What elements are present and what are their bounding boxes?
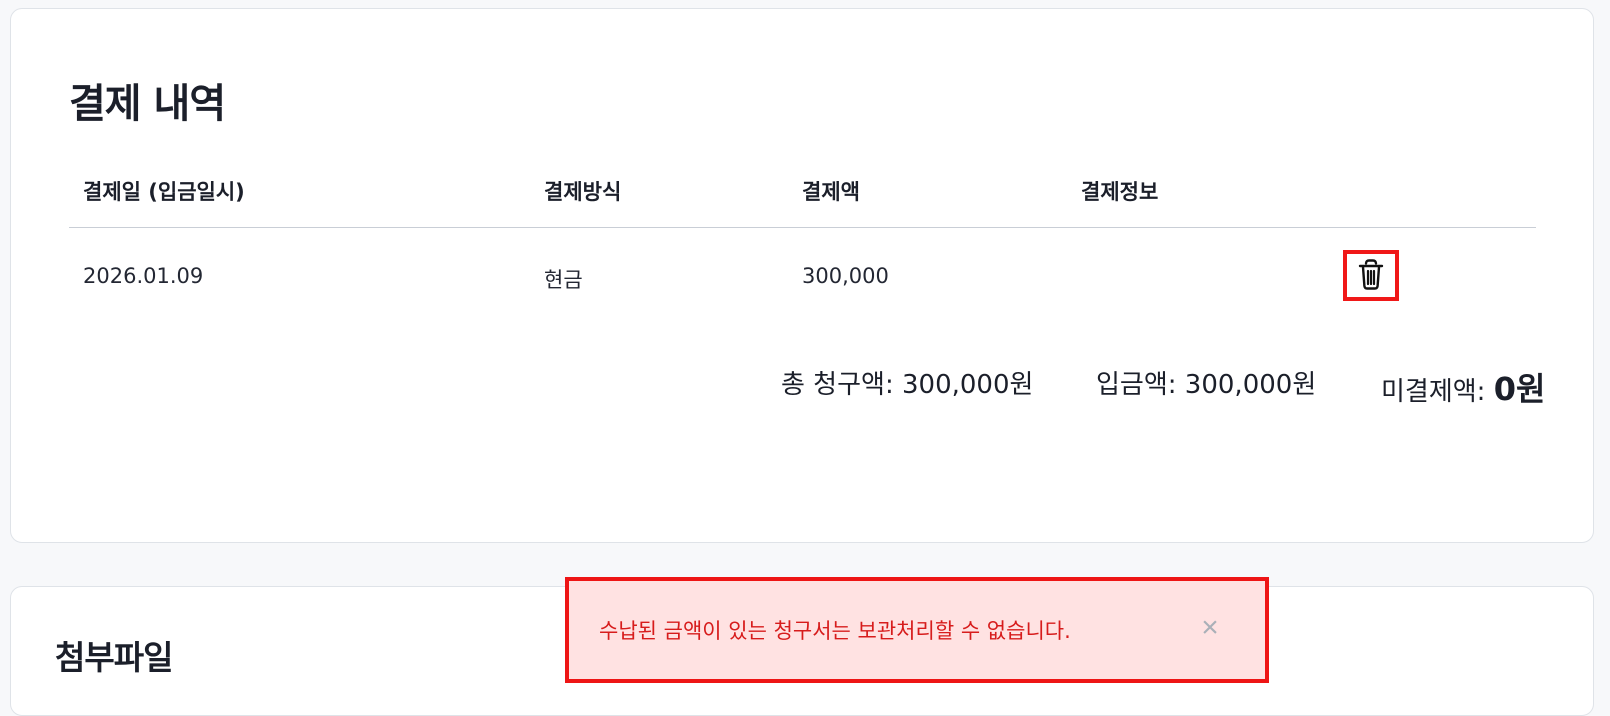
payment-history-card: 결제 내역 결제일 (입금일시) 결제방식 결제액 결제정보 2026.01.0…: [10, 8, 1594, 543]
trash-icon: [1357, 258, 1385, 293]
paid-amount-label: 입금액:: [1096, 370, 1177, 400]
payment-history-title: 결제 내역: [69, 81, 226, 127]
archive-error-toast: 수납된 금액이 있는 청구서는 보관처리할 수 없습니다. ×: [565, 577, 1269, 683]
payment-amount-cell: 300,000: [802, 264, 889, 288]
total-billed-value: 300,000원: [901, 370, 1034, 400]
close-toast-button[interactable]: ×: [1195, 613, 1225, 643]
payment-date-cell: 2026.01.09: [83, 264, 204, 288]
payment-amount-column-header: 결제액: [802, 180, 860, 204]
paid-amount-summary: 입금액: 300,000원: [1096, 364, 1316, 401]
unpaid-amount-label: 미결제액:: [1381, 377, 1486, 407]
payment-table-header: 결제일 (입금일시) 결제방식 결제액 결제정보: [69, 164, 1536, 228]
payment-info-column-header: 결제정보: [1081, 180, 1159, 204]
delete-payment-button[interactable]: [1343, 250, 1399, 301]
unpaid-amount-summary: 미결제액: 0원: [1381, 364, 1545, 410]
total-billed-summary: 총 청구액: 300,000원: [781, 364, 1033, 401]
payment-method-cell: 현금: [544, 268, 583, 292]
paid-amount-value: 300,000원: [1184, 370, 1317, 400]
payment-method-column-header: 결제방식: [544, 180, 622, 204]
total-billed-label: 총 청구액:: [781, 370, 894, 400]
archive-error-message: 수납된 금액이 있는 청구서는 보관처리할 수 없습니다.: [599, 619, 1071, 643]
unpaid-amount-value: 0원: [1493, 370, 1546, 408]
attachments-title: 첨부파일: [55, 638, 173, 677]
payment-date-column-header: 결제일 (입금일시): [83, 180, 245, 204]
payment-table-row: 2026.01.09 현금 300,000: [69, 245, 1536, 307]
